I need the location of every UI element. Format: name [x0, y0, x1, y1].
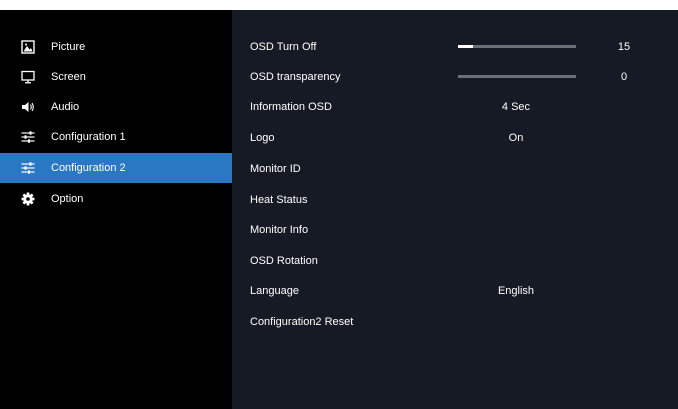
- sidebar-item-label: Option: [51, 193, 84, 205]
- sidebar-item-configuration-1[interactable]: Configuration 1: [0, 122, 232, 152]
- row-label: OSD Rotation: [250, 255, 318, 267]
- row-label: Monitor ID: [250, 163, 301, 175]
- sidebar-item-option[interactable]: Option: [0, 184, 232, 214]
- row-label: Information OSD: [250, 101, 332, 113]
- sidebar: Picture Screen Audio Configuration 1 Con…: [0, 10, 232, 409]
- sidebar-item-screen[interactable]: Screen: [0, 62, 232, 92]
- gear-icon: [21, 192, 35, 206]
- row-label: Heat Status: [250, 194, 308, 206]
- monitor-info-row[interactable]: Monitor Info: [232, 215, 678, 245]
- configuration2-reset-row[interactable]: Configuration2 Reset: [232, 307, 678, 337]
- row-value: 15: [617, 41, 631, 53]
- row-value: On: [508, 132, 524, 144]
- sliders-icon: [21, 161, 35, 175]
- sidebar-item-label: Picture: [51, 41, 86, 53]
- sidebar-item-label: Configuration 2: [51, 162, 126, 174]
- heat-status-row[interactable]: Heat Status: [232, 185, 678, 215]
- sidebar-item-label: Screen: [51, 71, 86, 83]
- osd-turn-off-slider[interactable]: [458, 45, 576, 48]
- row-label: Logo: [250, 132, 275, 144]
- logo-row[interactable]: Logo On: [232, 123, 678, 153]
- row-value: 0: [620, 71, 628, 83]
- picture-icon: [21, 40, 35, 54]
- row-label: OSD transparency: [250, 71, 341, 83]
- row-value: English: [497, 285, 535, 297]
- slider-fill: [458, 45, 473, 48]
- row-label: Configuration2 Reset: [250, 316, 354, 328]
- monitor-icon: [21, 70, 35, 84]
- osd-transparency-slider[interactable]: [458, 75, 576, 78]
- sidebar-item-picture[interactable]: Picture: [0, 32, 232, 62]
- osd-turn-off-row[interactable]: OSD Turn Off 15: [232, 32, 678, 62]
- sidebar-item-audio[interactable]: Audio: [0, 92, 232, 122]
- sidebar-item-label: Audio: [51, 101, 80, 113]
- sidebar-item-configuration-2[interactable]: Configuration 2: [0, 153, 232, 183]
- language-row[interactable]: Language English: [232, 276, 678, 306]
- row-label: OSD Turn Off: [250, 41, 317, 53]
- sliders-icon: [21, 130, 35, 144]
- osd-rotation-row[interactable]: OSD Rotation: [232, 246, 678, 276]
- sidebar-item-label: Configuration 1: [51, 131, 126, 143]
- information-osd-row[interactable]: Information OSD 4 Sec: [232, 92, 678, 122]
- row-value: 4 Sec: [501, 101, 531, 113]
- row-label: Monitor Info: [250, 224, 309, 236]
- osd-transparency-row[interactable]: OSD transparency 0: [232, 62, 678, 92]
- row-label: Language: [250, 285, 299, 297]
- monitor-id-row[interactable]: Monitor ID: [232, 154, 678, 184]
- settings-panel: OSD Turn Off 15 OSD transparency 0 Infor…: [232, 10, 678, 409]
- speaker-icon: [21, 100, 35, 114]
- osd-menu: Picture Screen Audio Configuration 1 Con…: [0, 10, 678, 409]
